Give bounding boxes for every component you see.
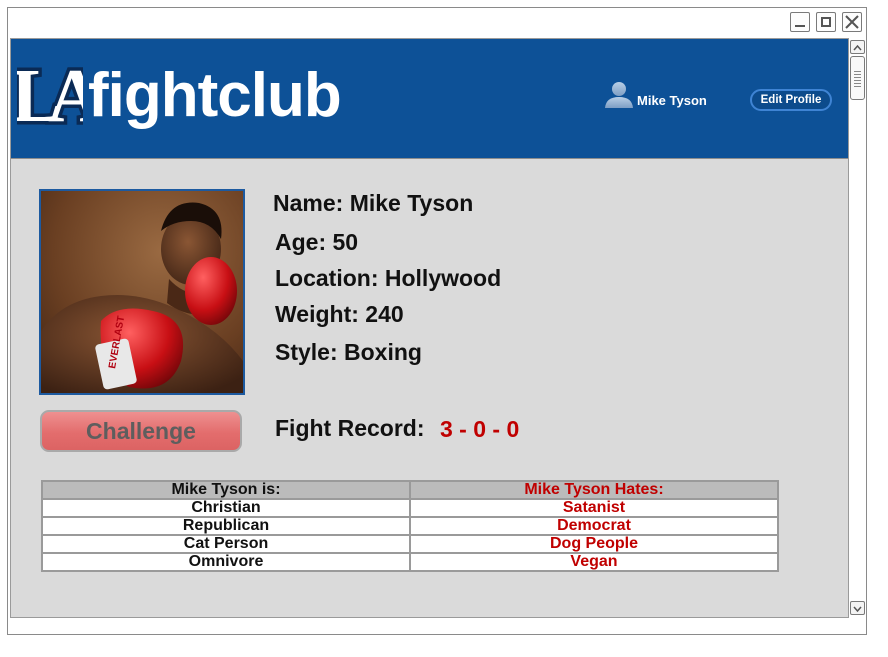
fight-record-label: Fight Record: [275, 415, 425, 441]
vertical-scrollbar[interactable] [850, 38, 866, 618]
table-row: Omnivore Vegan [41, 552, 779, 572]
trait-hates-cell: Satanist [409, 498, 779, 518]
profile-name: Name: Mike Tyson [273, 190, 474, 216]
trait-hates-cell: Vegan [409, 552, 779, 572]
user-icon [605, 82, 633, 108]
trait-hates-cell: Democrat [409, 516, 779, 536]
column-header-is: Mike Tyson is: [41, 480, 411, 500]
profile-page: LA fightclub Mike Tyson Edit Profile [10, 38, 849, 618]
scroll-up-button[interactable] [850, 40, 865, 54]
table-row: Republican Democrat [41, 516, 779, 536]
scroll-thumb[interactable] [850, 56, 865, 100]
scroll-up-icon [853, 44, 862, 51]
scroll-down-icon [853, 606, 862, 613]
title-bar [8, 8, 866, 37]
la-logo: LA [17, 51, 83, 142]
trait-is-cell: Republican [41, 516, 411, 536]
maximize-button[interactable] [816, 12, 836, 32]
trait-is-cell: Christian [41, 498, 411, 518]
la-logo-text: LA [17, 54, 83, 138]
table-header-row: Mike Tyson is: Mike Tyson Hates: [41, 480, 779, 500]
column-header-hates: Mike Tyson Hates: [409, 480, 779, 500]
profile-age: Age: 50 [275, 229, 359, 255]
traits-table: Mike Tyson is: Mike Tyson Hates: Christi… [41, 480, 779, 572]
table-row: Cat Person Dog People [41, 534, 779, 554]
close-icon [845, 15, 859, 29]
trait-is-cell: Cat Person [41, 534, 411, 554]
profile-style: Style: Boxing [275, 339, 422, 365]
header-bar: LA fightclub Mike Tyson Edit Profile [11, 39, 848, 159]
minimize-button[interactable] [790, 12, 810, 32]
boxer-image: EVERLAST [41, 191, 243, 393]
header-user-name[interactable]: Mike Tyson [637, 93, 707, 108]
close-button[interactable] [842, 12, 862, 32]
scroll-down-button[interactable] [850, 601, 865, 615]
table-row: Christian Satanist [41, 498, 779, 518]
fight-record-value: 3 - 0 - 0 [440, 416, 520, 442]
profile-photo: EVERLAST [39, 189, 245, 395]
profile-location: Location: Hollywood [275, 265, 502, 291]
trait-is-cell: Omnivore [41, 552, 411, 572]
challenge-button[interactable]: Challenge [40, 410, 242, 452]
trait-hates-cell: Dog People [409, 534, 779, 554]
edit-profile-button[interactable]: Edit Profile [750, 89, 832, 111]
profile-weight: Weight: 240 [275, 301, 404, 327]
app-window: LA fightclub Mike Tyson Edit Profile [7, 7, 867, 635]
brand-name[interactable]: fightclub [88, 61, 342, 131]
